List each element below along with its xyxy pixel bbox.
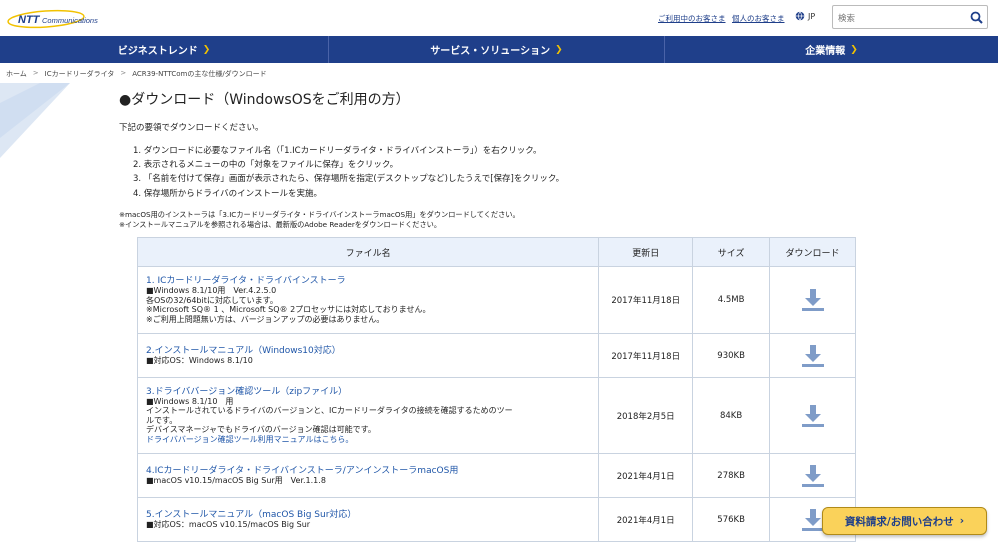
step-item: 2. 表示されるメニューの中の「対象をファイルに保存」をクリック。 bbox=[133, 160, 399, 171]
updated-date: 2021年4月1日 bbox=[598, 453, 694, 498]
globe-icon bbox=[795, 11, 805, 21]
breadcrumb: ホーム > ICカードリーダライタ > ACR39-NTTComの主な仕様/ダウンロ… bbox=[6, 69, 267, 79]
breadcrumb-ic-reader[interactable]: ICカードリーダライタ bbox=[45, 69, 115, 79]
note-item: ※macOS用のインストーラは「3.ICカードリーダライタ・ドライバインストーラ… bbox=[119, 210, 520, 219]
decorative-graphic bbox=[0, 83, 70, 158]
table-row: 2.インストールマニュアル（Windows10対応） ■対応OS：Windows… bbox=[136, 333, 856, 378]
file-size: 576KB bbox=[692, 497, 771, 542]
chevron-down-icon: ❯ bbox=[202, 44, 211, 55]
chevron-right-icon: › bbox=[959, 515, 965, 527]
file-description: ■Windows 8.1/10用 Ver.4.2.5.0 bbox=[146, 286, 277, 295]
table-row: 3.ドライババージョン確認ツール（zipファイル） ■Windows 8.1/1… bbox=[136, 377, 856, 454]
column-header-filename: ファイル名 bbox=[136, 237, 600, 267]
svg-text:NTT: NTT bbox=[18, 14, 41, 26]
download-cell bbox=[769, 377, 856, 454]
file-size: 84KB bbox=[692, 377, 771, 454]
nav-label: 企業情報 bbox=[805, 46, 846, 57]
file-description: ■対応OS：macOS v10.15/macOS Big Sur bbox=[146, 519, 311, 529]
language-switch[interactable]: JP bbox=[795, 11, 815, 21]
global-nav: ビジネストレンド ❯ サービス・ソリューション ❯ 企業情報 ❯ bbox=[0, 36, 998, 63]
search-icon[interactable] bbox=[970, 11, 983, 24]
file-description: ■macOS v10.15/macOS Big Sur用 Ver.1.1.8 bbox=[146, 475, 326, 485]
breadcrumb-current: ACR39-NTTComの主な仕様/ダウンロード bbox=[132, 70, 267, 78]
file-link[interactable]: 2.インストールマニュアル（Windows10対応） bbox=[146, 346, 590, 356]
manual-link[interactable]: ドライババージョン確認ツール利用マニュアルはこちら。 bbox=[146, 435, 590, 445]
table-row: 5.インストールマニュアル（macOS Big Sur対応） ■対応OS：mac… bbox=[136, 497, 856, 542]
table-row: 1. ICカードリーダライタ・ドライバインストーラ ■Windows 8.1/1… bbox=[136, 266, 856, 334]
breadcrumb-separator: > bbox=[32, 69, 39, 77]
personal-customer-link[interactable]: 個人のお客さま bbox=[732, 13, 785, 24]
svg-text:Communications: Communications bbox=[42, 16, 98, 25]
nav-item-company-info[interactable]: 企業情報 ❯ bbox=[665, 36, 998, 63]
file-description: ※Microsoft SQ® 1 、Microsoft SQ® 2プロセッサには… bbox=[146, 305, 431, 314]
table-row: 4.ICカードリーダライタ・ドライバインストーラ/アンインストーラmacOS用 … bbox=[136, 453, 856, 498]
contact-button-label: 資料請求/お問い合わせ bbox=[844, 515, 954, 528]
file-cell: 5.インストールマニュアル（macOS Big Sur対応） ■対応OS：mac… bbox=[136, 497, 600, 542]
file-description: デバイスマネージャでもドライバのバージョン確認は可能です。 bbox=[146, 425, 376, 435]
updated-date: 2017年11月18日 bbox=[598, 266, 694, 334]
ntt-logo[interactable]: NTT Communications bbox=[6, 6, 110, 30]
search-box bbox=[832, 5, 988, 30]
file-description: ■Windows 8.1/10 用 bbox=[146, 396, 234, 406]
step-item: 1. ダウンロードに必要なファイル名（「1.ICカードリーダライタ・ドライバイン… bbox=[133, 146, 542, 156]
file-cell: 1. ICカードリーダライタ・ドライバインストーラ ■Windows 8.1/1… bbox=[136, 266, 600, 334]
file-cell: 3.ドライババージョン確認ツール（zipファイル） ■Windows 8.1/1… bbox=[136, 377, 600, 454]
updated-date: 2018年2月5日 bbox=[598, 377, 694, 454]
file-link[interactable]: 5.インストールマニュアル（macOS Big Sur対応） bbox=[146, 510, 590, 520]
download-cell bbox=[769, 266, 856, 334]
file-link[interactable]: 3.ドライババージョン確認ツール（zipファイル） bbox=[146, 387, 590, 397]
file-cell: 4.ICカードリーダライタ・ドライバインストーラ/アンインストーラmacOS用 … bbox=[136, 453, 600, 498]
file-description: ■対応OS：Windows 8.1/10 bbox=[146, 355, 253, 365]
breadcrumb-separator: > bbox=[120, 69, 127, 77]
instruction-steps: 1. ダウンロードに必要なファイル名（「1.ICカードリーダライタ・ドライバイン… bbox=[133, 144, 564, 201]
file-cell: 2.インストールマニュアル（Windows10対応） ■対応OS：Windows… bbox=[136, 333, 600, 378]
step-item: 4. 保存場所からドライバのインストールを実施。 bbox=[133, 188, 322, 199]
updated-date: 2017年11月18日 bbox=[598, 333, 694, 378]
download-icon[interactable] bbox=[800, 287, 826, 313]
file-description: ※ご利用上問題無い方は、バージョンアップの必要はありません。 bbox=[146, 314, 385, 324]
file-description: ルです。 bbox=[146, 415, 178, 425]
nav-item-business-trend[interactable]: ビジネストレンド ❯ bbox=[0, 36, 329, 63]
page-title: ●ダウンロード（WindowsOSをご利用の方） bbox=[119, 92, 410, 108]
site-header: NTT Communications ご利用中のお客さま 個人のお客さま JP bbox=[0, 0, 998, 36]
column-header-size: サイズ bbox=[692, 237, 771, 267]
corporate-customer-link[interactable]: ご利用中のお客さま bbox=[658, 13, 726, 24]
language-label: JP bbox=[808, 11, 816, 21]
note-item: ※インストールマニュアルを参照される場合は、最新版のAdobe Readerをダ… bbox=[119, 219, 442, 229]
chevron-down-icon: ❯ bbox=[850, 44, 858, 55]
updated-date: 2021年4月1日 bbox=[598, 497, 694, 542]
file-link[interactable]: 1. ICカードリーダライタ・ドライバインストーラ bbox=[146, 276, 590, 286]
chevron-down-icon: ❯ bbox=[555, 44, 563, 55]
download-icon[interactable] bbox=[800, 463, 826, 489]
download-icon[interactable] bbox=[800, 403, 826, 429]
step-item: 3. 「名前を付けて保存」画面が表示されたら、保存場所を指定(デスクトップなど)… bbox=[133, 174, 565, 185]
download-icon[interactable] bbox=[800, 343, 826, 369]
download-cell bbox=[769, 333, 856, 378]
download-table: ファイル名 更新日 サイズ ダウンロード 1. ICカードリーダライタ・ドライバ… bbox=[136, 237, 856, 542]
file-size: 4.5MB bbox=[692, 266, 771, 334]
file-size: 930KB bbox=[692, 333, 771, 378]
breadcrumb-home[interactable]: ホーム bbox=[6, 69, 27, 79]
intro-text: 下記の要領でダウンロードください。 bbox=[119, 123, 264, 133]
nav-label: ビジネストレンド bbox=[117, 46, 198, 57]
contact-request-button[interactable]: 資料請求/お問い合わせ › bbox=[822, 507, 987, 535]
table-header-row: ファイル名 更新日 サイズ ダウンロード bbox=[136, 237, 856, 267]
nav-item-services-solutions[interactable]: サービス・ソリューション ❯ bbox=[329, 36, 665, 63]
column-header-date: 更新日 bbox=[598, 237, 694, 267]
notes: ※macOS用のインストーラは「3.ICカードリーダライタ・ドライバインストーラ… bbox=[119, 210, 520, 229]
column-header-download: ダウンロード bbox=[769, 237, 856, 267]
file-size: 278KB bbox=[692, 453, 771, 498]
search-input[interactable] bbox=[833, 8, 963, 30]
file-link[interactable]: 4.ICカードリーダライタ・ドライバインストーラ/アンインストーラmacOS用 bbox=[146, 466, 590, 476]
nav-label: サービス・ソリューション bbox=[430, 46, 551, 57]
download-cell bbox=[769, 453, 856, 498]
file-description: インストールされているドライバのバージョンと、ICカードリーダライタの接続を確認… bbox=[146, 406, 513, 416]
file-description: 各OSの32/64bitに対応しています。 bbox=[146, 295, 278, 305]
